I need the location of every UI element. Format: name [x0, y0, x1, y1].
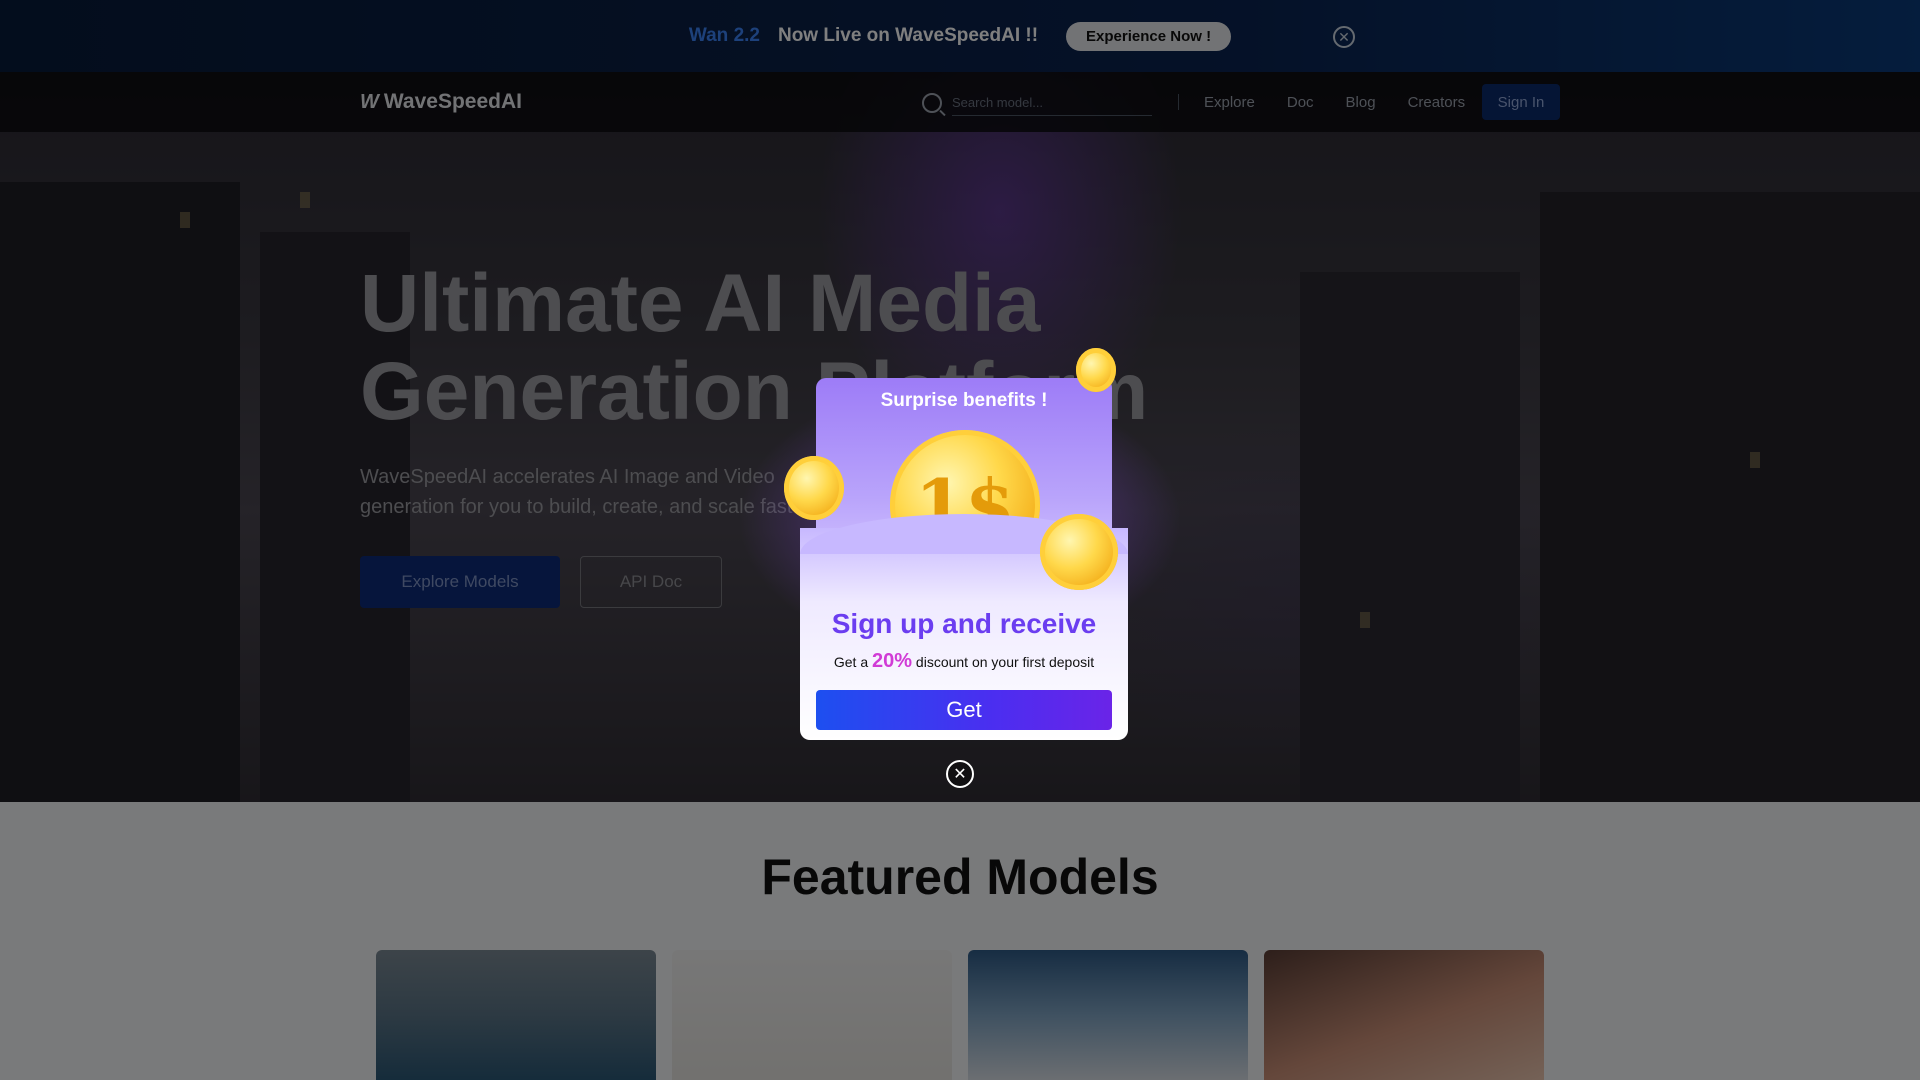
coin-icon: [1040, 514, 1118, 590]
popup-desc-prefix: Get a: [833, 654, 869, 670]
get-button[interactable]: Get: [816, 690, 1112, 730]
popup-discount-percent: 20%: [872, 650, 913, 672]
popup-title: Surprise benefits !: [880, 390, 1048, 411]
close-icon[interactable]: ✕: [946, 760, 974, 788]
coin-icon: [784, 456, 844, 520]
popup-desc-suffix: discount on your first deposit: [915, 654, 1095, 670]
popup-description: Get a 20% discount on your first deposit: [800, 650, 1128, 673]
coin-icon: [1076, 348, 1116, 392]
popup-heading: Sign up and receive: [831, 608, 1097, 639]
promo-popup: Surprise benefits ! 1$ Sign up and recei…: [784, 348, 1128, 740]
